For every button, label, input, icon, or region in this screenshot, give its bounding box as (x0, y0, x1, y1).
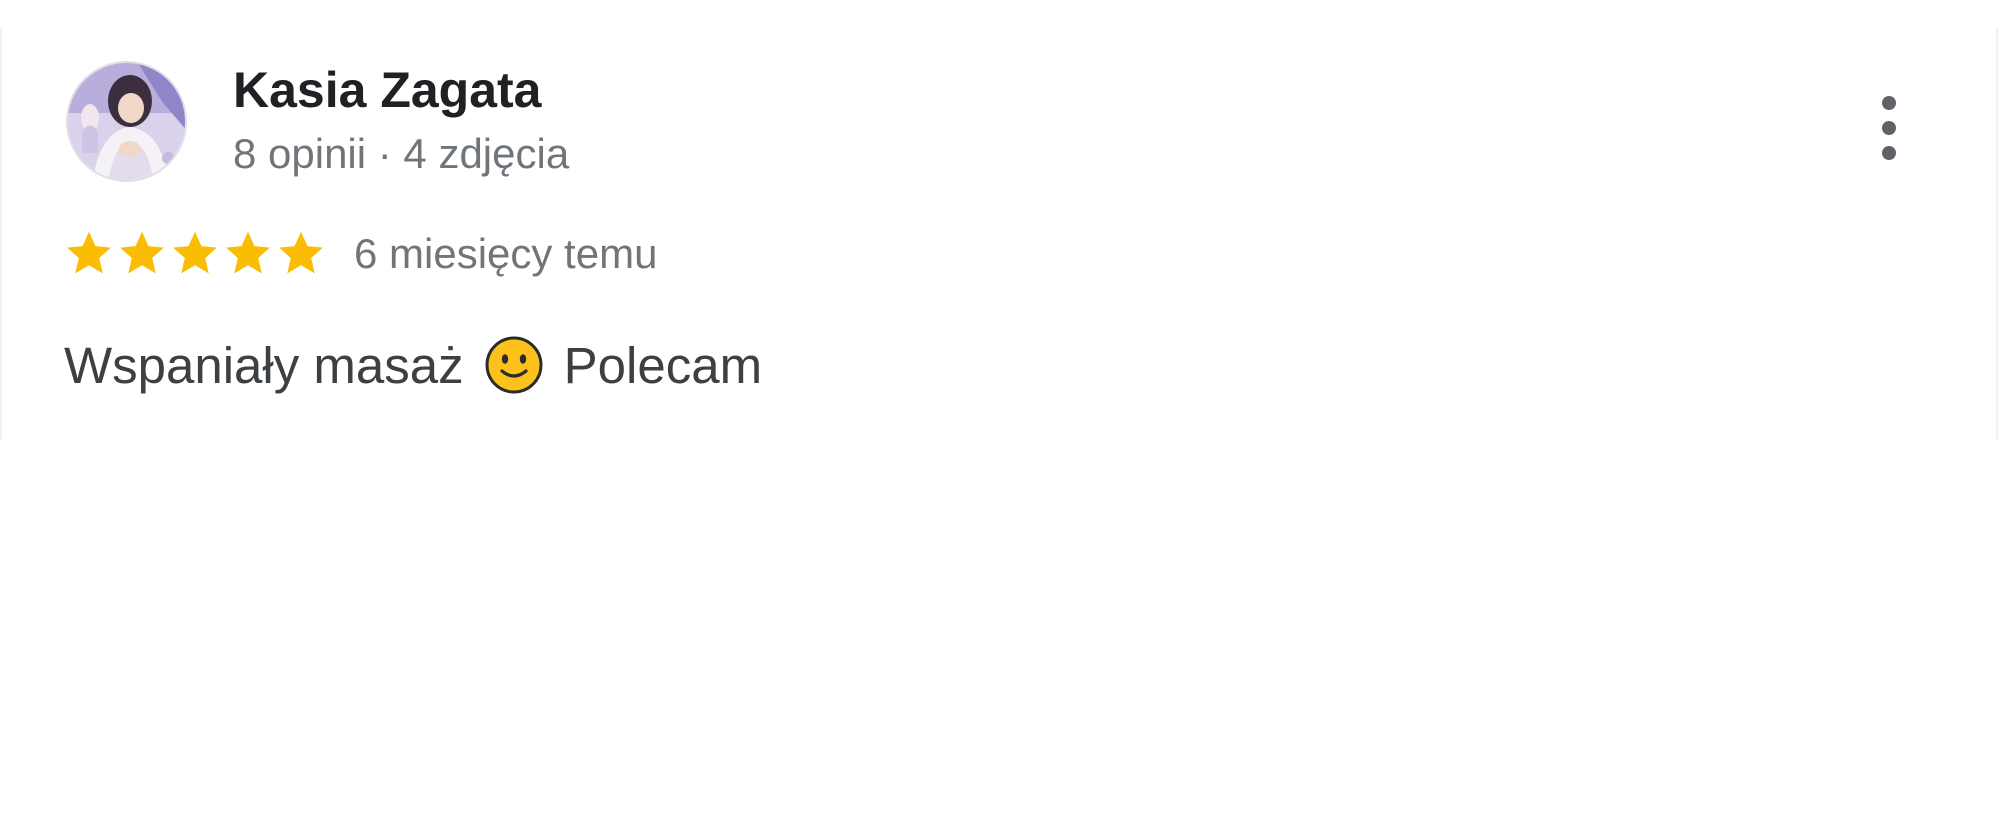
star-icon (226, 231, 270, 274)
star-icon (120, 231, 164, 274)
review-text: Wspaniały masaż Polecam (64, 334, 762, 398)
star-icon (67, 231, 111, 274)
review-date: 6 miesięcy temu (354, 230, 658, 277)
avatar-photo (68, 63, 185, 180)
author-stats: 8 opinii · 4 zdjęcia (233, 130, 570, 177)
avatar[interactable] (66, 61, 187, 182)
slightly-smiling-face-icon (485, 336, 543, 394)
author-name[interactable]: Kasia Zagata (233, 60, 541, 120)
review-card: Kasia Zagata 8 opinii · 4 zdjęcia 6 mies… (0, 28, 1998, 441)
star-icon (173, 231, 217, 274)
more-options-button[interactable] (1864, 88, 1914, 168)
review-text-after: Polecam (563, 337, 763, 394)
review-text-before: Wspaniały masaż (64, 337, 464, 394)
star-icon (279, 231, 323, 274)
